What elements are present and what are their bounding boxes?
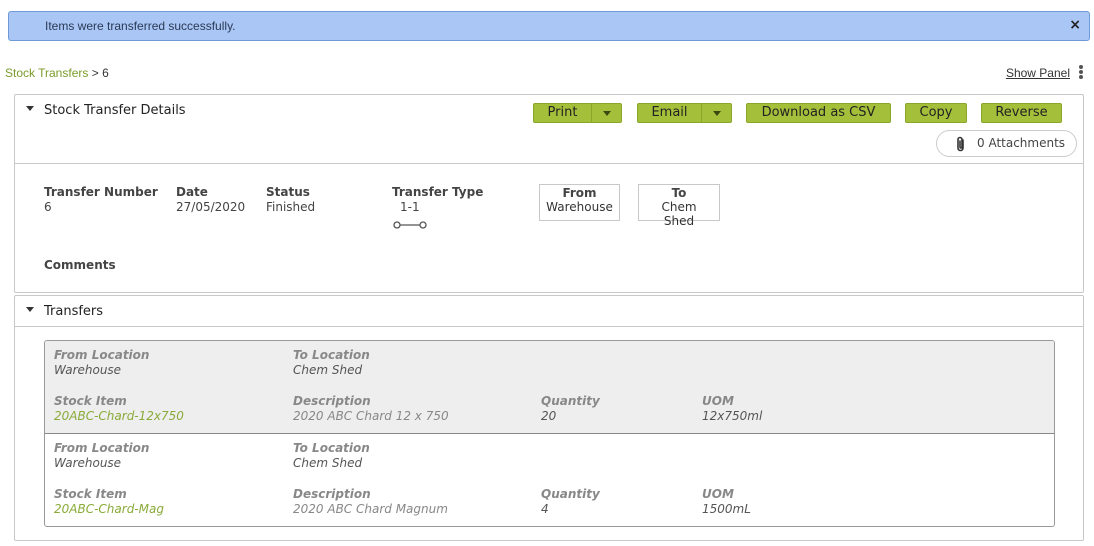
quantity-label: Quantity <box>541 487 600 501</box>
email-button[interactable]: Email <box>637 103 732 123</box>
stock-item-cell: Stock Item 20ABC-Chard-Mag <box>54 487 164 516</box>
transfer-type-label: Transfer Type <box>392 185 484 199</box>
to-location-label: To Location <box>293 348 370 362</box>
one-to-one-icon <box>393 221 427 229</box>
uom-cell: UOM 12x750ml <box>702 394 762 423</box>
copy-button[interactable]: Copy <box>905 103 967 123</box>
to-label: To <box>671 186 687 200</box>
description-value: 2020 ABC Chard 12 x 750 <box>293 409 449 423</box>
date-field: Date 27/05/2020 <box>176 185 245 214</box>
quantity-cell: Quantity 4 <box>541 487 600 516</box>
reverse-button[interactable]: Reverse <box>981 103 1062 123</box>
comments-label: Comments <box>44 258 116 272</box>
download-csv-button[interactable]: Download as CSV <box>746 103 891 123</box>
print-dropdown-icon[interactable] <box>591 104 621 122</box>
stock-item-label: Stock Item <box>54 394 127 408</box>
quantity-value: 20 <box>541 409 557 423</box>
email-label[interactable]: Email <box>638 104 701 122</box>
uom-label: UOM <box>702 394 734 408</box>
alert-message: Items were transferred successfully. <box>45 19 236 33</box>
from-location-cell: From Location Warehouse <box>54 441 149 470</box>
collapse-caret-icon[interactable] <box>26 106 34 111</box>
to-location-value: Chem Shed <box>293 363 363 377</box>
stock-item-link[interactable]: 20ABC-Chard-Mag <box>54 502 164 516</box>
uom-value: 12x750ml <box>702 409 763 423</box>
from-location-box: From Warehouse <box>539 184 620 221</box>
from-location-cell: From Location Warehouse <box>54 348 149 377</box>
from-value: Warehouse <box>546 200 613 214</box>
from-location-value: Warehouse <box>54 363 122 377</box>
stock-item-link[interactable]: 20ABC-Chard-12x750 <box>54 409 184 423</box>
breadcrumb-stock-transfers[interactable]: Stock Transfers <box>5 66 88 80</box>
from-location-value: Warehouse <box>54 456 122 470</box>
print-button[interactable]: Print <box>533 103 622 123</box>
transfer-type-field: Transfer Type 1-1 <box>392 185 483 233</box>
stock-item-label: Stock Item <box>54 487 127 501</box>
quantity-value: 4 <box>541 502 549 516</box>
attachments-button[interactable]: 0 Attachments <box>936 130 1077 157</box>
from-location-label: From Location <box>54 348 150 362</box>
breadcrumb-current: 6 <box>102 66 109 80</box>
date-label: Date <box>176 185 208 199</box>
more-options-icon[interactable] <box>1078 65 1084 81</box>
uom-label: UOM <box>702 487 734 501</box>
description-cell: Description 2020 ABC Chard Magnum <box>293 487 448 516</box>
description-label: Description <box>293 394 371 408</box>
status-value: Finished <box>266 200 316 214</box>
uom-value: 1500mL <box>702 502 751 516</box>
stock-item-cell: Stock Item 20ABC-Chard-12x750 <box>54 394 184 423</box>
from-location-label: From Location <box>54 441 150 455</box>
transfer-row[interactable]: From Location Warehouse To Location Chem… <box>45 341 1054 434</box>
transfers-panel: Transfers From Location Warehouse To Loc… <box>14 295 1084 541</box>
quantity-cell: Quantity 20 <box>541 394 600 423</box>
status-label: Status <box>266 185 310 199</box>
uom-cell: UOM 1500mL <box>702 487 751 516</box>
transfers-panel-header: Transfers <box>15 296 1083 327</box>
stock-transfer-details-panel: Stock Transfer Details Print Email Downl… <box>14 94 1084 293</box>
breadcrumb: Stock Transfers > 6 <box>5 66 109 80</box>
date-value: 27/05/2020 <box>176 200 246 214</box>
print-label[interactable]: Print <box>534 104 591 122</box>
details-panel-header: Stock Transfer Details Print Email Downl… <box>15 95 1083 164</box>
from-label: From <box>562 186 597 200</box>
description-label: Description <box>293 487 371 501</box>
attachments-label[interactable]: 0 Attachments <box>977 136 1065 150</box>
transfer-list: From Location Warehouse To Location Chem… <box>44 340 1055 527</box>
to-value: Chem Shed <box>661 200 697 228</box>
collapse-caret-icon[interactable] <box>26 307 34 312</box>
transfer-row[interactable]: From Location Warehouse To Location Chem… <box>45 434 1054 526</box>
to-location-cell: To Location Chem Shed <box>293 441 370 470</box>
description-value: 2020 ABC Chard Magnum <box>293 502 448 516</box>
panel-title: Stock Transfer Details <box>44 103 186 118</box>
transfer-type-value: 1-1 <box>400 200 420 214</box>
panel-title: Transfers <box>44 304 104 319</box>
breadcrumb-separator: > <box>91 66 99 80</box>
transfer-number-value: 6 <box>44 200 52 214</box>
transfer-number-field: Transfer Number 6 <box>44 185 158 214</box>
transfer-number-label: Transfer Number <box>44 185 158 199</box>
to-location-value: Chem Shed <box>293 456 363 470</box>
close-icon[interactable]: × <box>1069 17 1081 33</box>
to-location-box: To Chem Shed <box>638 184 720 228</box>
description-cell: Description 2020 ABC Chard 12 x 750 <box>293 394 449 423</box>
paperclip-icon <box>957 136 964 152</box>
to-location-cell: To Location Chem Shed <box>293 348 370 377</box>
status-field: Status Finished <box>266 185 315 214</box>
email-dropdown-icon[interactable] <box>701 104 731 122</box>
quantity-label: Quantity <box>541 394 600 408</box>
comments-field: Comments <box>44 258 116 272</box>
show-panel-link[interactable]: Show Panel <box>1006 66 1070 80</box>
to-location-label: To Location <box>293 441 370 455</box>
success-alert: Items were transferred successfully. × <box>8 11 1090 41</box>
